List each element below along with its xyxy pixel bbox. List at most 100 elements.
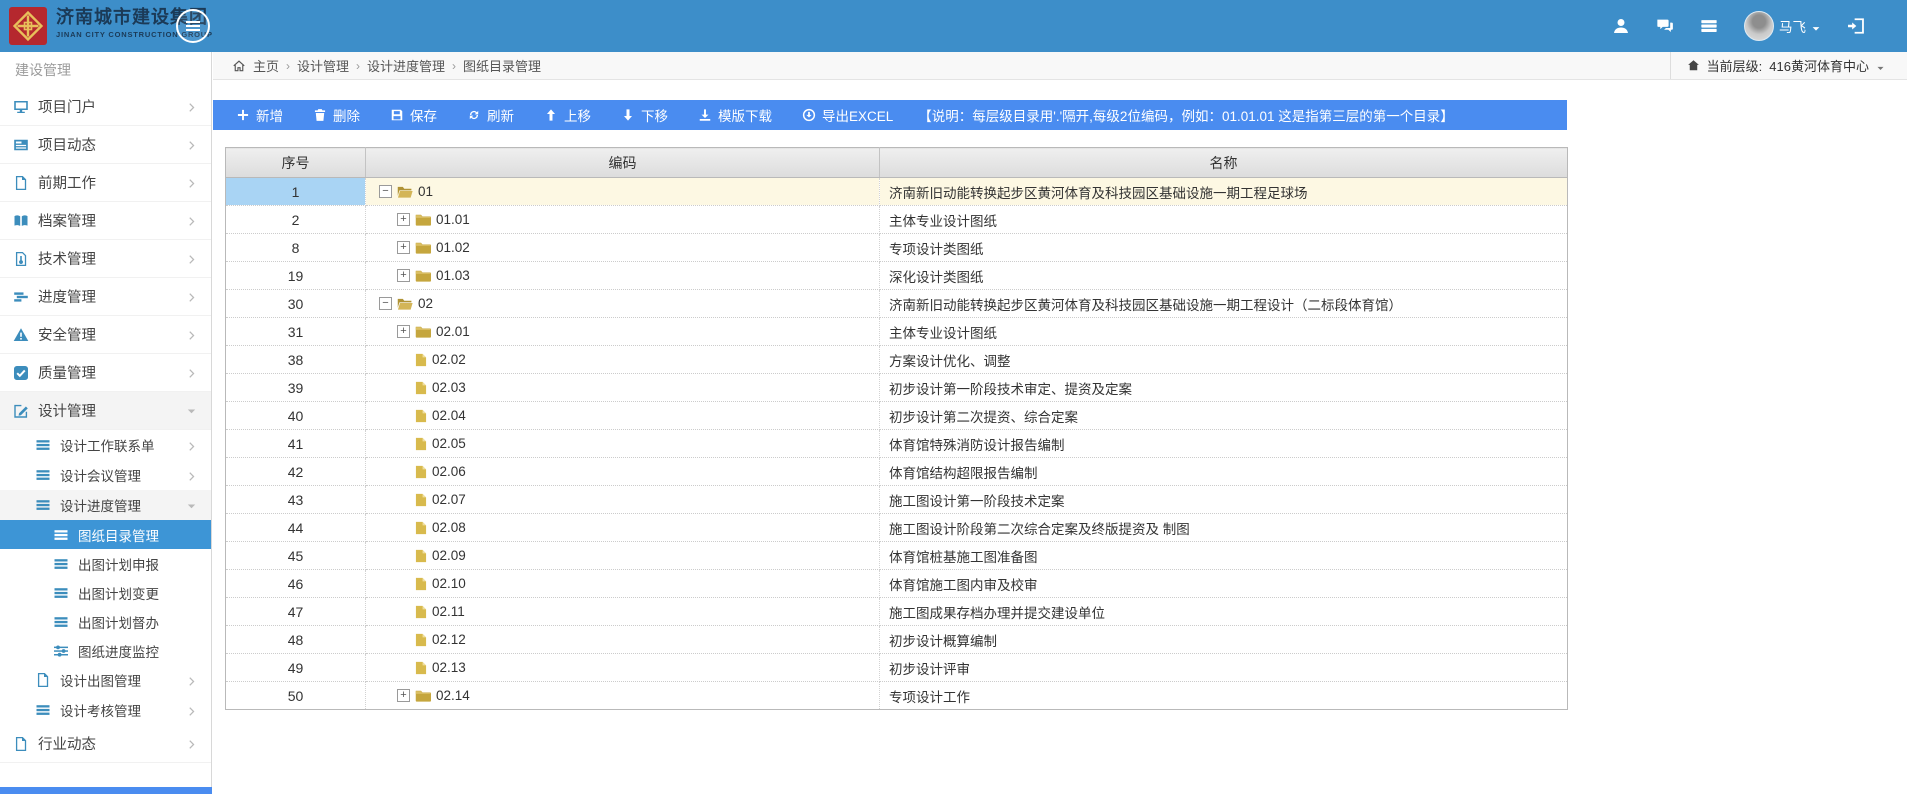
sidebar-item-archives[interactable]: 档案管理 bbox=[0, 202, 211, 240]
list-sub-icon bbox=[53, 556, 69, 572]
row-code: 02.07 bbox=[432, 492, 466, 507]
row-code: 02.01 bbox=[436, 324, 470, 339]
row-name: 体育馆桩基施工图准备图 bbox=[880, 542, 1568, 570]
save-button[interactable]: 保存 bbox=[375, 100, 452, 130]
sidebar-item-plan-change[interactable]: 出图计划变更 bbox=[0, 578, 211, 607]
table-row[interactable]: 4702.11施工图成果存档办理并提交建设单位 bbox=[226, 598, 1568, 626]
row-code: 02.08 bbox=[432, 520, 466, 535]
expand-node-icon[interactable]: + bbox=[397, 241, 410, 254]
table-row[interactable]: 19+01.03深化设计类图纸 bbox=[226, 262, 1568, 290]
table-row[interactable]: 8+01.02专项设计类图纸 bbox=[226, 234, 1568, 262]
messages-icon[interactable] bbox=[1656, 17, 1674, 35]
table-row[interactable]: 4202.06体育馆结构超限报告编制 bbox=[226, 458, 1568, 486]
row-seq: 42 bbox=[226, 458, 366, 486]
expand-node-icon[interactable]: + bbox=[397, 325, 410, 338]
sidebar-item-plan-supervise[interactable]: 出图计划督办 bbox=[0, 607, 211, 636]
folder-icon bbox=[415, 213, 431, 227]
sidebar-toggle-button[interactable] bbox=[176, 9, 210, 43]
breadcrumb-item[interactable]: 设计进度管理 bbox=[367, 56, 445, 75]
row-name: 主体专业设计图纸 bbox=[880, 206, 1568, 234]
breadcrumb-item[interactable]: 图纸目录管理 bbox=[463, 56, 541, 75]
logout-icon[interactable] bbox=[1847, 17, 1865, 35]
toolbar-button-label: 导出EXCEL bbox=[822, 105, 893, 125]
table-header-row: 序号 编码 名称 bbox=[226, 148, 1568, 178]
row-code: 01 bbox=[418, 184, 433, 199]
table-row[interactable]: 4802.12初步设计概算编制 bbox=[226, 626, 1568, 654]
sidebar-item-technology[interactable]: 技术管理 bbox=[0, 240, 211, 278]
sidebar-item-preliminary-work[interactable]: 前期工作 bbox=[0, 164, 211, 202]
table-row[interactable]: 30−02济南新旧动能转换起步区黄河体育及科技园区基础设施一期工程设计（二标段体… bbox=[226, 290, 1568, 318]
sidebar-item-design-meeting[interactable]: 设计会议管理 bbox=[0, 460, 211, 490]
current-level-dropdown[interactable]: 当前层级: 416黄河体育中心 bbox=[1670, 52, 1907, 79]
table-row[interactable]: 4102.05体育馆特殊消防设计报告编制 bbox=[226, 430, 1568, 458]
table-row[interactable]: 50+02.14专项设计工作 bbox=[226, 682, 1568, 710]
row-seq: 45 bbox=[226, 542, 366, 570]
move-up-button[interactable]: 上移 bbox=[529, 100, 606, 130]
file-icon bbox=[415, 493, 427, 507]
user-icon[interactable] bbox=[1612, 17, 1630, 35]
sidebar-item-label: 设计考核管理 bbox=[60, 700, 141, 720]
sidebar-item-quality[interactable]: 质量管理 bbox=[0, 354, 211, 392]
expand-node-icon[interactable]: + bbox=[397, 689, 410, 702]
row-code-cell: 02.10 bbox=[366, 570, 880, 598]
app-window: 济南城市建设集团 JINAN CITY CONSTRUCTION GROUP 马… bbox=[0, 0, 1907, 794]
sidebar-item-design-contact-sheet[interactable]: 设计工作联系单 bbox=[0, 430, 211, 460]
row-name: 体育馆施工图内审及校审 bbox=[880, 570, 1568, 598]
table-row[interactable]: 31+02.01主体专业设计图纸 bbox=[226, 318, 1568, 346]
table-row[interactable]: 4602.10体育馆施工图内审及校审 bbox=[226, 570, 1568, 598]
move-down-button[interactable]: 下移 bbox=[606, 100, 683, 130]
add-button[interactable]: 新增 bbox=[221, 100, 298, 130]
table-row[interactable]: 4502.09体育馆桩基施工图准备图 bbox=[226, 542, 1568, 570]
delete-button[interactable]: 删除 bbox=[298, 100, 375, 130]
sidebar-item-design-output[interactable]: 设计出图管理 bbox=[0, 665, 211, 695]
tasks-list-icon[interactable] bbox=[1700, 17, 1718, 35]
export-excel-button[interactable]: 导出EXCEL bbox=[787, 100, 908, 130]
expand-node-icon[interactable]: + bbox=[397, 269, 410, 282]
file-icon bbox=[415, 577, 427, 591]
breadcrumb-item[interactable]: 主页 bbox=[253, 56, 279, 75]
template-download-button[interactable]: 模版下载 bbox=[683, 100, 787, 130]
sidebar-item-design-assessment[interactable]: 设计考核管理 bbox=[0, 695, 211, 725]
table-row[interactable]: 4002.04初步设计第二次提资、综合定案 bbox=[226, 402, 1568, 430]
refresh-icon bbox=[467, 108, 481, 122]
table-row[interactable]: 2+01.01主体专业设计图纸 bbox=[226, 206, 1568, 234]
sidebar-item-design-progress[interactable]: 设计进度管理 bbox=[0, 490, 211, 520]
sidebar-bottom-strip bbox=[0, 787, 212, 794]
sidebar: 建设管理 项目门户项目动态前期工作档案管理技术管理进度管理安全管理质量管理设计管… bbox=[0, 52, 212, 794]
sliders-icon bbox=[53, 643, 69, 659]
table-row[interactable]: 1−01济南新旧动能转换起步区黄河体育及科技园区基础设施一期工程足球场 bbox=[226, 178, 1568, 206]
sidebar-item-schedule[interactable]: 进度管理 bbox=[0, 278, 211, 316]
chevron-right-icon bbox=[186, 139, 197, 150]
expand-node-icon[interactable]: + bbox=[397, 213, 410, 226]
sidebar-item-drawing-catalog[interactable]: 图纸目录管理 bbox=[0, 520, 211, 549]
table-row[interactable]: 4402.08施工图设计阶段第二次综合定案及终版提资及 制图 bbox=[226, 514, 1568, 542]
sidebar-item-plan-declare[interactable]: 出图计划申报 bbox=[0, 549, 211, 578]
collapse-node-icon[interactable]: − bbox=[379, 185, 392, 198]
breadcrumb-item[interactable]: 设计管理 bbox=[297, 56, 349, 75]
list-sub-icon bbox=[35, 467, 51, 483]
list-sub-icon bbox=[35, 437, 51, 453]
sidebar-item-project-portal[interactable]: 项目门户 bbox=[0, 88, 211, 126]
sidebar-item-project-news[interactable]: 项目动态 bbox=[0, 126, 211, 164]
sidebar-item-drawing-progress-monitor[interactable]: 图纸进度监控 bbox=[0, 636, 211, 665]
sidebar-item-safety[interactable]: 安全管理 bbox=[0, 316, 211, 354]
refresh-button[interactable]: 刷新 bbox=[452, 100, 529, 130]
sidebar-item-industry-news[interactable]: 行业动态 bbox=[0, 725, 211, 763]
collapse-node-icon[interactable]: − bbox=[379, 297, 392, 310]
folder-icon bbox=[415, 269, 431, 283]
table-row[interactable]: 3902.03初步设计第一阶段技术审定、提资及定案 bbox=[226, 374, 1568, 402]
toolbar-button-label: 模版下载 bbox=[718, 105, 772, 125]
table-row[interactable]: 4302.07施工图设计第一阶段技术定案 bbox=[226, 486, 1568, 514]
row-name: 体育馆特殊消防设计报告编制 bbox=[880, 430, 1568, 458]
toolbar-button-label: 刷新 bbox=[487, 105, 514, 125]
row-code: 02.05 bbox=[432, 436, 466, 451]
table-row[interactable]: 3802.02方案设计优化、调整 bbox=[226, 346, 1568, 374]
user-menu[interactable]: 马飞 bbox=[1744, 11, 1821, 41]
table-row[interactable]: 4902.13初步设计评审 bbox=[226, 654, 1568, 682]
sidebar-item-design[interactable]: 设计管理 bbox=[0, 392, 211, 430]
chevron-right-icon bbox=[186, 253, 197, 264]
row-seq: 46 bbox=[226, 570, 366, 598]
row-code-cell: 02.05 bbox=[366, 430, 880, 458]
toolbar-button-label: 上移 bbox=[564, 105, 591, 125]
file-icon bbox=[415, 633, 427, 647]
